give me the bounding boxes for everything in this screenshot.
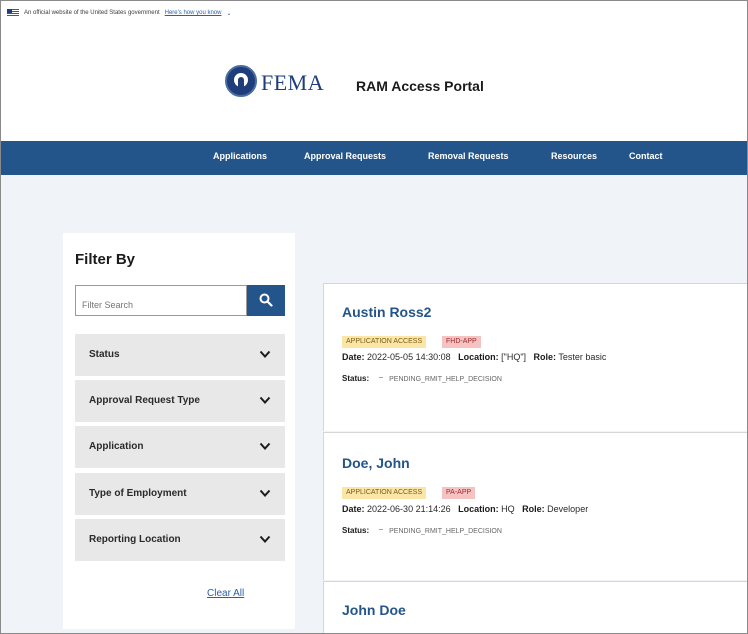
chevron-down-icon	[259, 535, 271, 543]
gov-banner: An official website of the United States…	[1, 1, 747, 25]
role-value: Tester basic	[558, 352, 607, 362]
result-card[interactable]: John Doe	[323, 581, 747, 633]
role-label: Role:	[533, 352, 557, 362]
access-type-badge: APPLICATION ACCESS	[342, 487, 427, 499]
us-flag-icon	[7, 9, 19, 17]
location-value: HQ	[501, 504, 515, 514]
date-label: Date:	[342, 352, 365, 362]
filter-section-type-of-employment[interactable]: Type of Employment	[75, 473, 285, 515]
nav-item-removal-requests[interactable]: Removal Requests	[428, 151, 509, 161]
result-card[interactable]: Doe, John APPLICATION ACCESS PA-APP Date…	[323, 432, 747, 580]
filter-section-label: Status	[89, 349, 120, 360]
date-value: 2022-05-05 14:30:08	[367, 352, 451, 362]
search-button[interactable]	[247, 285, 285, 316]
location-label: Location:	[458, 504, 499, 514]
status-value: PENDING_RMIT_HELP_DECISION	[389, 528, 502, 535]
dhs-seal-icon	[225, 65, 257, 97]
main-nav: Applications Approval Requests Removal R…	[1, 141, 747, 175]
access-type-badge: APPLICATION ACCESS	[342, 336, 427, 348]
status-dot	[379, 377, 384, 378]
filter-section-reporting-location[interactable]: Reporting Location	[75, 519, 285, 561]
application-badge: FHD-APP	[442, 336, 481, 348]
gov-banner-link[interactable]: Here's how you know	[165, 10, 222, 16]
chevron-down-icon	[259, 350, 271, 358]
filter-title: Filter By	[75, 251, 136, 268]
status-value: PENDING_RMIT_HELP_DECISION	[389, 376, 502, 383]
status-label: Status:	[342, 526, 370, 535]
status-label: Status:	[342, 374, 370, 383]
filter-section-label: Application	[89, 441, 144, 452]
filter-section-approval-request-type[interactable]: Approval Request Type	[75, 380, 285, 422]
page-frame: An official website of the United States…	[0, 0, 748, 634]
date-value: 2022-06-30 21:14:26	[367, 504, 451, 514]
status-dot	[379, 529, 384, 530]
result-name-link[interactable]: John Doe	[342, 602, 406, 618]
chevron-down-icon[interactable]: ⌄	[226, 10, 231, 17]
site-header: FEMA RAM Access Portal	[1, 25, 747, 141]
nav-item-approval-requests[interactable]: Approval Requests	[304, 151, 386, 161]
filter-section-application[interactable]: Application	[75, 426, 285, 468]
clear-all-link[interactable]: Clear All	[207, 588, 244, 599]
result-card[interactable]: Austin Ross2 APPLICATION ACCESS FHD-APP …	[323, 283, 747, 431]
result-details: Date: 2022-05-05 14:30:08 Location: ["HQ…	[342, 352, 606, 362]
nav-item-contact[interactable]: Contact	[629, 151, 663, 161]
chevron-down-icon	[259, 442, 271, 450]
result-name-link[interactable]: Doe, John	[342, 455, 410, 471]
filter-search-input[interactable]	[75, 285, 247, 316]
filter-section-label: Reporting Location	[89, 534, 181, 545]
date-label: Date:	[342, 504, 365, 514]
chevron-down-icon	[259, 489, 271, 497]
result-name-link[interactable]: Austin Ross2	[342, 304, 431, 320]
location-value: ["HQ"]	[501, 352, 527, 362]
page-title: RAM Access Portal	[356, 78, 484, 94]
search-icon	[259, 293, 273, 307]
filter-section-label: Type of Employment	[89, 488, 187, 499]
filter-panel: Filter By Status Approval Request Type A…	[63, 233, 295, 629]
status-row: Status: PENDING_RMIT_HELP_DECISION	[342, 526, 502, 535]
location-label: Location:	[458, 352, 499, 362]
status-row: Status: PENDING_RMIT_HELP_DECISION	[342, 374, 502, 383]
gov-banner-text: An official website of the United States…	[24, 10, 160, 16]
nav-item-resources[interactable]: Resources	[551, 151, 597, 161]
role-label: Role:	[522, 504, 545, 514]
filter-section-label: Approval Request Type	[89, 395, 200, 406]
filter-section-status[interactable]: Status	[75, 334, 285, 376]
result-details: Date: 2022-06-30 21:14:26 Location: HQ R…	[342, 504, 588, 514]
chevron-down-icon	[259, 396, 271, 404]
application-badge: PA-APP	[442, 487, 476, 499]
agency-logo-text[interactable]: FEMA	[261, 70, 324, 96]
role-value: Developer	[547, 504, 589, 514]
nav-item-applications[interactable]: Applications	[213, 151, 267, 161]
